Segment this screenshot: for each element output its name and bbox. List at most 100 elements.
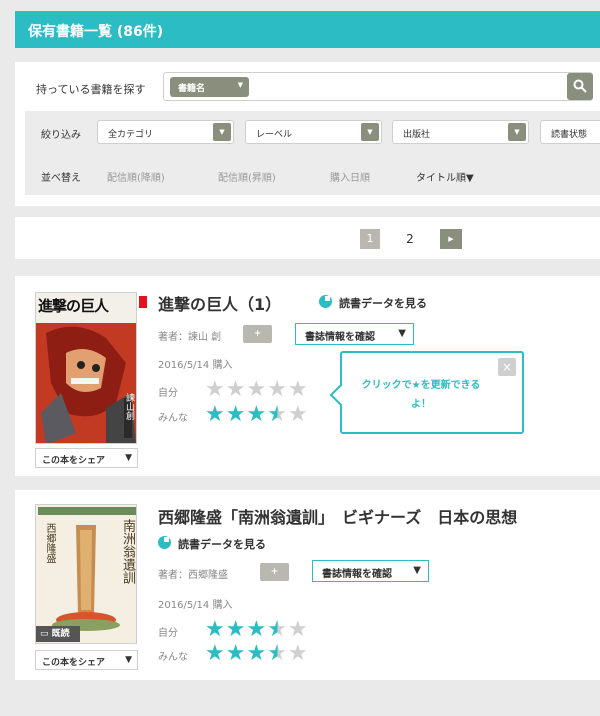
pie-chart-icon xyxy=(319,295,332,308)
read-status-filter-label: 読書状態 xyxy=(551,130,588,140)
sort-option-purchase-date[interactable]: 購入日順 xyxy=(330,169,370,184)
cover-title: 南洲翁遺訓 xyxy=(120,519,135,584)
next-page-button[interactable]: ▶ xyxy=(440,229,462,249)
chevron-down-icon: ▼ xyxy=(237,81,243,89)
star-icon: ★ xyxy=(225,402,247,427)
star-icon[interactable]: ★ xyxy=(267,377,288,402)
everyone-rating-label: みんな xyxy=(158,652,188,663)
star-half-icon[interactable]: ★ xyxy=(267,617,288,642)
filter-panel: 持っている書籍を探す 書籍名 ▼ 絞り込み 全カテゴリ ▼ レーベル ▼ 出版社… xyxy=(15,62,600,206)
author-label: 著者：西郷隆盛 xyxy=(158,570,228,581)
follow-author-button[interactable]: + xyxy=(260,563,289,581)
follow-author-icon: + xyxy=(270,567,279,577)
pie-chart-icon xyxy=(158,536,171,549)
star-icon: ★ xyxy=(225,641,247,666)
chevron-down-icon: ▼ xyxy=(361,123,379,141)
star-icon: ★ xyxy=(287,402,309,427)
sort-option-delivery-asc[interactable]: 配信順(昇順) xyxy=(218,169,276,184)
star-icon: ★ xyxy=(246,641,268,666)
star-icon[interactable]: ★ xyxy=(205,377,226,402)
page-title: 保有書籍一覧 (86件) xyxy=(28,24,164,40)
category-filter-select[interactable]: 全カテゴリ ▼ xyxy=(97,120,234,144)
book-icon: ▭ xyxy=(40,629,49,639)
cover-author: 西郷隆盛 xyxy=(44,523,55,563)
star-icon: ★ xyxy=(287,641,309,666)
everyone-rating-label: みんな xyxy=(158,413,188,424)
read-data-label: 読書データを見る xyxy=(178,538,266,551)
label-filter-label: レーベル xyxy=(256,130,293,140)
rating-tooltip: × クリックで★を更新できるよ！ xyxy=(329,351,524,434)
page-1-button[interactable]: 1 xyxy=(360,229,380,249)
search-category-select[interactable]: 書籍名 ▼ xyxy=(170,77,249,97)
read-data-label: 読書データを見る xyxy=(339,297,427,310)
search-category-label: 書籍名 xyxy=(178,84,206,94)
book-cover[interactable]: 進撃の巨人 諫山創 xyxy=(35,292,137,444)
read-status-badge: ▭ 既読 xyxy=(36,626,80,642)
chevron-down-icon: ▼ xyxy=(398,328,406,339)
my-rating-stars[interactable]: ★★★★★ xyxy=(205,379,309,401)
book-cover[interactable]: 南洲翁遺訓 西郷隆盛 xyxy=(35,504,137,644)
sort-option-title[interactable]: タイトル順▼ xyxy=(416,169,474,184)
everyone-rating-stars: ★★★★★ xyxy=(205,643,309,665)
book-info-label: 書誌情報を確認 xyxy=(305,332,375,343)
next-page-icon: ▶ xyxy=(448,235,454,243)
purchase-date: 2016/5/14 購入 xyxy=(158,600,233,611)
book-info-label: 書誌情報を確認 xyxy=(322,569,392,580)
share-label: この本をシェア xyxy=(42,658,106,668)
search-label: 持っている書籍を探す xyxy=(36,83,146,96)
book-info-button[interactable]: 書誌情報を確認 ▼ xyxy=(295,323,414,345)
purchase-date: 2016/5/14 購入 xyxy=(158,360,233,371)
page-header: 保有書籍一覧 (86件) xyxy=(15,11,600,48)
star-icon[interactable]: ★ xyxy=(226,617,247,642)
star-icon[interactable]: ★ xyxy=(246,377,267,402)
star-icon: ★ xyxy=(205,402,226,427)
star-icon: ★ xyxy=(205,641,226,666)
search-button[interactable] xyxy=(567,73,593,100)
search-icon xyxy=(573,79,587,93)
share-label: この本をシェア xyxy=(42,456,106,466)
chevron-down-icon: ▼ xyxy=(125,453,132,463)
sort-option-delivery-desc[interactable]: 配信順(降順) xyxy=(107,169,165,184)
share-button[interactable]: この本をシェア ▼ xyxy=(35,448,138,468)
chevron-down-icon: ▼ xyxy=(413,565,421,576)
star-icon[interactable]: ★ xyxy=(205,617,226,642)
book-title[interactable]: 進撃の巨人（1） xyxy=(158,291,281,315)
star-icon[interactable]: ★ xyxy=(288,617,309,642)
share-button[interactable]: この本をシェア ▼ xyxy=(35,650,138,670)
everyone-rating-stars: ★★★★★ xyxy=(205,404,309,426)
star-half-icon: ★ xyxy=(267,641,288,666)
star-icon: ★ xyxy=(246,402,268,427)
page-2-button[interactable]: 2 xyxy=(400,229,420,249)
pagination: 1 2 ▶ xyxy=(15,217,600,259)
book-item: 進撃の巨人 諫山創 この本をシェア ▼ 進撃の巨人（1） 読書データを見る 著者… xyxy=(15,276,600,476)
publisher-filter-select[interactable]: 出版社 ▼ xyxy=(392,120,529,144)
chevron-down-icon: ▼ xyxy=(508,123,526,141)
cover-title: 進撃の巨人 xyxy=(38,297,109,315)
star-icon[interactable]: ★ xyxy=(288,377,309,402)
read-status-label: 既読 xyxy=(51,629,70,639)
category-filter-label: 全カテゴリ xyxy=(108,130,154,140)
book-title[interactable]: 西郷隆盛「南洲翁遺訓」 ビギナーズ 日本の思想 xyxy=(158,504,517,528)
read-status-filter-select[interactable]: 読書状態 xyxy=(540,120,600,144)
star-icon[interactable]: ★ xyxy=(226,377,247,402)
new-badge xyxy=(139,296,147,308)
cover-author: 諫山創 xyxy=(124,393,134,420)
close-icon[interactable]: × xyxy=(498,358,516,376)
book-item: 南洲翁遺訓 西郷隆盛 ▭ 既読 この本をシェア ▼ 西郷隆盛「南洲翁遺訓」 ビギ… xyxy=(15,490,600,680)
sort-label: 並べ替え xyxy=(41,173,81,184)
sort-row: 並べ替え 配信順(降順) 配信順(昇順) 購入日順 タイトル順▼ xyxy=(25,161,600,191)
search-row: 持っている書籍を探す 書籍名 ▼ xyxy=(15,62,600,110)
filter-label: 絞り込み xyxy=(41,130,81,141)
book-info-button[interactable]: 書誌情報を確認 ▼ xyxy=(312,560,429,582)
label-filter-select[interactable]: レーベル ▼ xyxy=(245,120,382,144)
follow-author-icon: + xyxy=(253,329,262,339)
tooltip-pointer xyxy=(329,383,353,407)
publisher-filter-label: 出版社 xyxy=(403,130,431,140)
follow-author-button[interactable]: + xyxy=(243,325,272,343)
star-icon[interactable]: ★ xyxy=(246,617,267,642)
chevron-down-icon: ▼ xyxy=(125,655,132,665)
my-rating-stars[interactable]: ★★★★★ xyxy=(205,619,309,641)
my-rating-label: 自分 xyxy=(158,628,178,639)
author-label: 著者：諫山 創 xyxy=(158,332,222,343)
star-half-icon: ★ xyxy=(267,402,288,427)
